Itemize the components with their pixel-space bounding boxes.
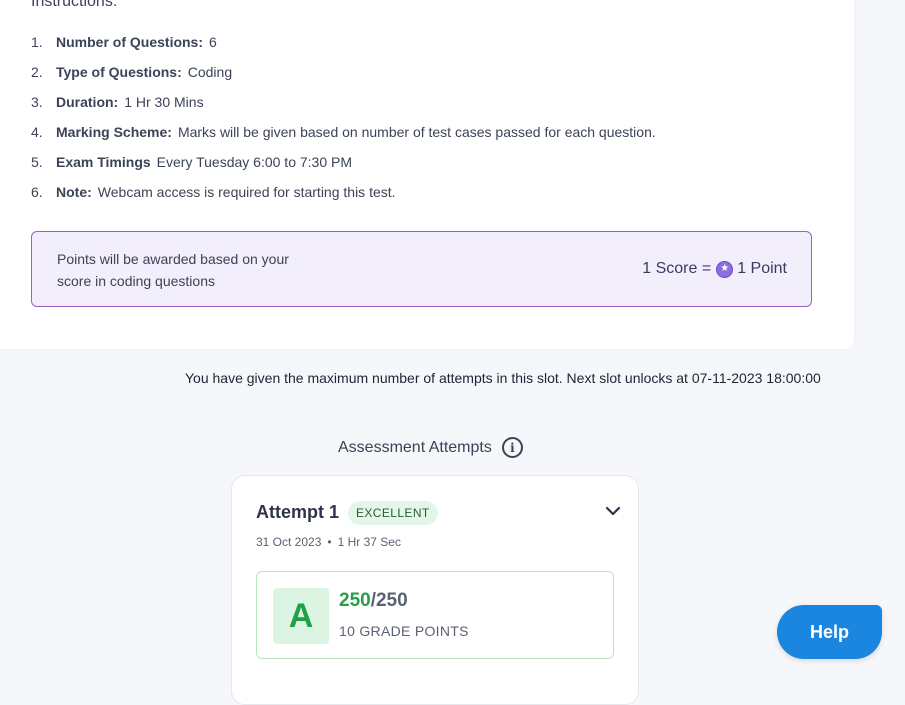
info-icon[interactable]: i [501,437,523,458]
status-badge: EXCELLENT [348,501,438,525]
instruction-value: 1 Hr 30 Mins [124,94,204,110]
score-total: /250 [370,590,408,611]
points-conversion: 1 Score = ★ 1 Point [642,260,787,278]
instruction-value: Every Tuesday 6:00 to 7:30 PM [156,154,353,170]
assessment-attempts-header: Assessment Attempts i [338,437,523,458]
assessment-attempts-title: Assessment Attempts [338,438,492,456]
points-info-box: Points will be awarded based on your sco… [31,231,812,307]
point-label: 1 Point [737,260,787,277]
instruction-item: 4. Marking Scheme: Marks will be given b… [31,124,656,154]
instruction-item: 6. Note: Webcam access is required for s… [31,184,656,214]
attempt-card[interactable]: Attempt 1 EXCELLENT 31 Oct 2023 • 1 Hr 37 … [231,475,639,705]
instruction-label: Duration: [56,94,119,110]
instruction-number: 5. [31,154,43,170]
instructions-list: 1. Number of Questions: 6 2. Type of Que… [31,34,656,214]
instruction-item: 5. Exam Timings Every Tuesday 6:00 to 7:… [31,154,656,184]
instruction-number: 3. [31,94,43,110]
instruction-number: 4. [31,124,43,140]
instruction-item: 2. Type of Questions: Coding [31,64,656,94]
instruction-label: Type of Questions: [56,64,182,80]
score-line: 250/250 [339,590,408,612]
grade-points: 10 GRADE POINTS [339,623,469,639]
instruction-label: Number of Questions: [56,34,204,50]
grade-letter: A [273,588,329,644]
star-coin-icon: ★ [716,260,734,278]
instruction-item: 1. Number of Questions: 6 [31,34,656,64]
attempt-title: Attempt 1 [256,502,340,522]
instruction-number: 6. [31,184,43,200]
instruction-label: Marking Scheme: [56,124,172,140]
instruction-number: 1. [31,34,43,50]
score-value: 250 [339,590,371,611]
instruction-label: Exam Timings [56,154,151,170]
attempt-duration: 1 Hr 37 Sec [337,535,401,549]
grade-summary: A 250/250 10 GRADE POINTS [256,571,614,659]
instruction-value: 6 [209,34,217,50]
instruction-number: 2. [31,64,43,80]
instruction-value: Webcam access is required for starting t… [97,184,396,200]
chevron-down-icon[interactable] [604,502,622,520]
attempt-date: 31 Oct 2023 [256,535,322,549]
score-equals-label: 1 Score = [642,260,712,277]
meta-separator: • [327,535,332,549]
instruction-value: Marks will be given based on number of t… [177,124,656,140]
help-button[interactable]: Help [777,605,882,659]
slot-limit-message: You have given the maximum number of att… [185,370,821,386]
instruction-item: 3. Duration: 1 Hr 30 Mins [31,94,656,124]
attempt-meta: 31 Oct 2023 • 1 Hr 37 Sec [256,535,401,549]
points-description: Points will be awarded based on your sco… [57,251,289,289]
instruction-value: Coding [187,64,233,80]
instructions-heading: Instructions: [31,0,118,10]
instruction-label: Note: [56,184,92,200]
